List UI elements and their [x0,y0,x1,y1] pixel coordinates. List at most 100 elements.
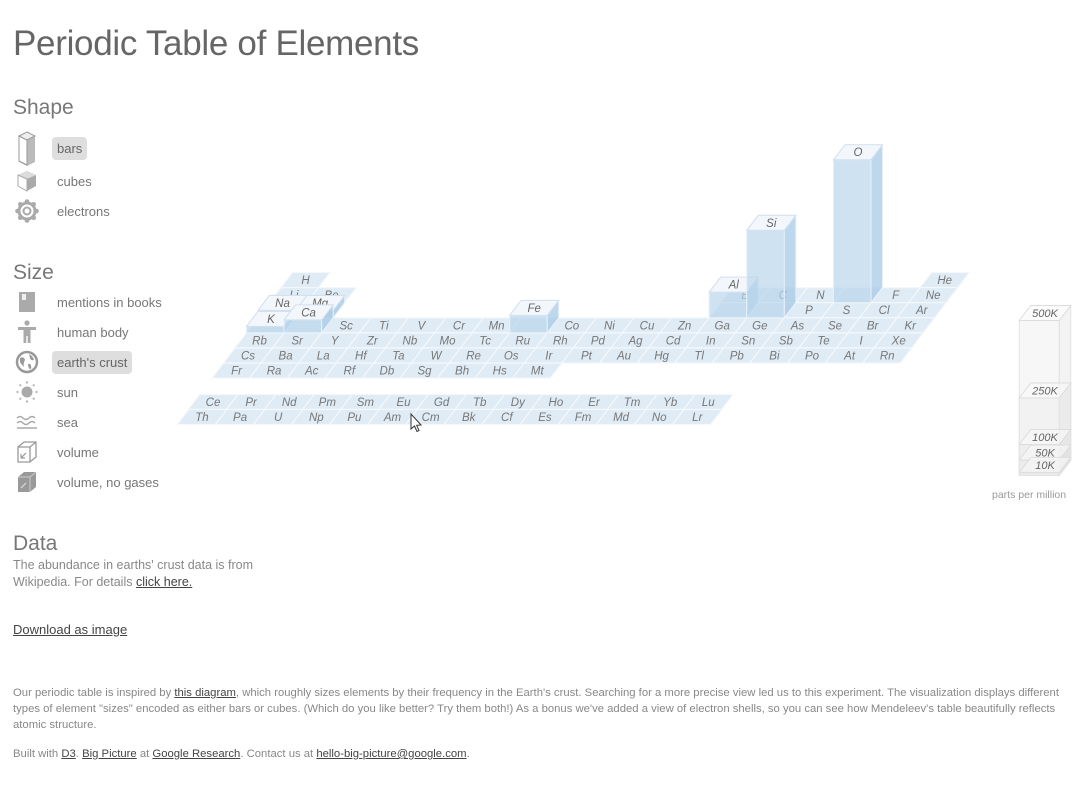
element-symbol: Sg [417,366,432,378]
element-symbol: Pt [581,351,593,363]
element-symbol: Fm [575,412,592,424]
d3-link[interactable]: D3 [61,748,75,760]
element-symbol: Se [828,320,842,332]
txt: Built with [13,748,62,760]
element-symbol: Al [728,280,740,292]
element-symbol: Cl [879,305,890,317]
element-symbol: K [267,314,276,326]
element-symbol: Cs [241,351,255,363]
bar-side-face [870,143,884,305]
element-symbol: Ta [392,351,404,363]
element-symbol: Sm [357,397,375,409]
element-symbol: Th [195,412,208,424]
bar-front-face [509,314,548,334]
element-symbol: Es [538,412,552,424]
bar-front-face [283,319,323,334]
element-symbol: Pu [347,412,362,424]
element-symbol: Hs [493,366,507,378]
element-symbol: Cr [453,320,466,332]
element-symbol: Ga [715,320,730,332]
bar-front-face [746,229,785,319]
element-symbol: Tl [694,351,704,363]
element-symbol: Ho [549,397,564,409]
element-symbol: Dy [511,397,526,409]
element-symbol: Eu [396,397,411,409]
built-with-text: Built with D3. Big Picture at Google Res… [13,748,470,760]
element-symbol: Po [805,351,820,363]
element-bar[interactable]: Fe [508,298,560,335]
element-symbol: Lr [692,412,703,424]
element-symbol: Na [275,298,290,310]
element-symbol: Sr [291,335,304,347]
element-bar[interactable]: Si [745,213,797,320]
element-bar[interactable]: O [832,143,884,305]
element-symbol: Ni [604,320,615,332]
element-symbol: Tm [624,397,641,409]
element-symbol: Pa [233,412,247,424]
element-symbol: Sn [741,335,755,347]
element-symbol: Np [309,412,324,424]
element-symbol: Bi [769,351,780,363]
element-symbol: No [652,412,667,424]
element-symbol: Nd [282,397,297,409]
txt: . [466,748,470,760]
element-symbol: Si [766,218,777,230]
about-text: Our periodic table is inspired by this d… [13,685,1068,733]
element-symbol: Os [504,351,519,363]
element-symbol: Tb [473,397,487,409]
big-picture-link[interactable]: Big Picture [82,748,137,760]
scale-tick-label: 500K [1032,308,1058,320]
element-symbol: Br [867,320,880,332]
element-cell[interactable]: H [279,271,332,289]
periodic-table-visualization[interactable]: HHeLiBeBCNFNePSClArScTiVCrMnCoNiCuZnGaGe… [0,0,1080,680]
element-symbol: Am [383,412,402,424]
element-symbol: Rn [880,351,895,363]
element-symbol: Mo [440,335,457,347]
this-diagram-link[interactable]: this diagram [174,687,236,699]
element-symbol: Kr [904,320,917,332]
element-symbol: Y [331,335,340,347]
bar-side-face [783,213,797,320]
element-symbol: Ar [915,305,929,317]
txt: . Contact us at [240,748,317,760]
txt: at [136,748,153,760]
element-symbol: Fr [231,366,243,378]
element-symbol: Zr [366,335,379,347]
email-link[interactable]: hello-big-picture@google.com [316,748,466,760]
element-symbol: In [706,335,716,347]
scale-unit-label: parts per million [992,489,1067,501]
element-symbol: Db [380,366,395,378]
element-symbol: Ba [279,351,293,363]
element-symbol: Fe [527,303,540,315]
element-symbol: Pd [591,335,606,347]
element-symbol: Mn [489,320,505,332]
element-symbol: Cd [666,335,681,347]
element-symbol: Ra [267,366,282,378]
about-pre: Our periodic table is inspired by [13,687,175,699]
element-cell[interactable]: He [918,271,971,289]
element-symbol: Pm [319,397,337,409]
element-symbol: Te [817,335,829,347]
element-symbol: P [805,305,813,317]
element-symbol: Pb [730,351,745,363]
element-symbol: V [418,320,427,332]
element-symbol: Md [613,412,630,424]
element-symbol: Rh [553,335,568,347]
element-symbol: Cf [501,412,514,424]
element-symbol: Hf [355,351,368,363]
element-symbol: He [937,275,952,287]
element-symbol: W [431,351,443,363]
element-symbol: As [790,320,805,332]
element-symbol: N [816,290,825,302]
google-research-link[interactable]: Google Research [152,748,240,760]
element-symbol: Ac [304,366,319,378]
element-symbol: F [892,290,900,302]
element-symbol: Rf [344,366,357,378]
element-symbol: U [274,412,283,424]
element-symbol: Gd [434,397,450,409]
element-symbol: Sb [779,335,794,347]
element-symbol: Re [466,351,481,363]
scale-tick-label: 250K [1031,386,1058,398]
element-symbol: Ir [545,351,553,363]
bar-front-face [832,159,872,304]
